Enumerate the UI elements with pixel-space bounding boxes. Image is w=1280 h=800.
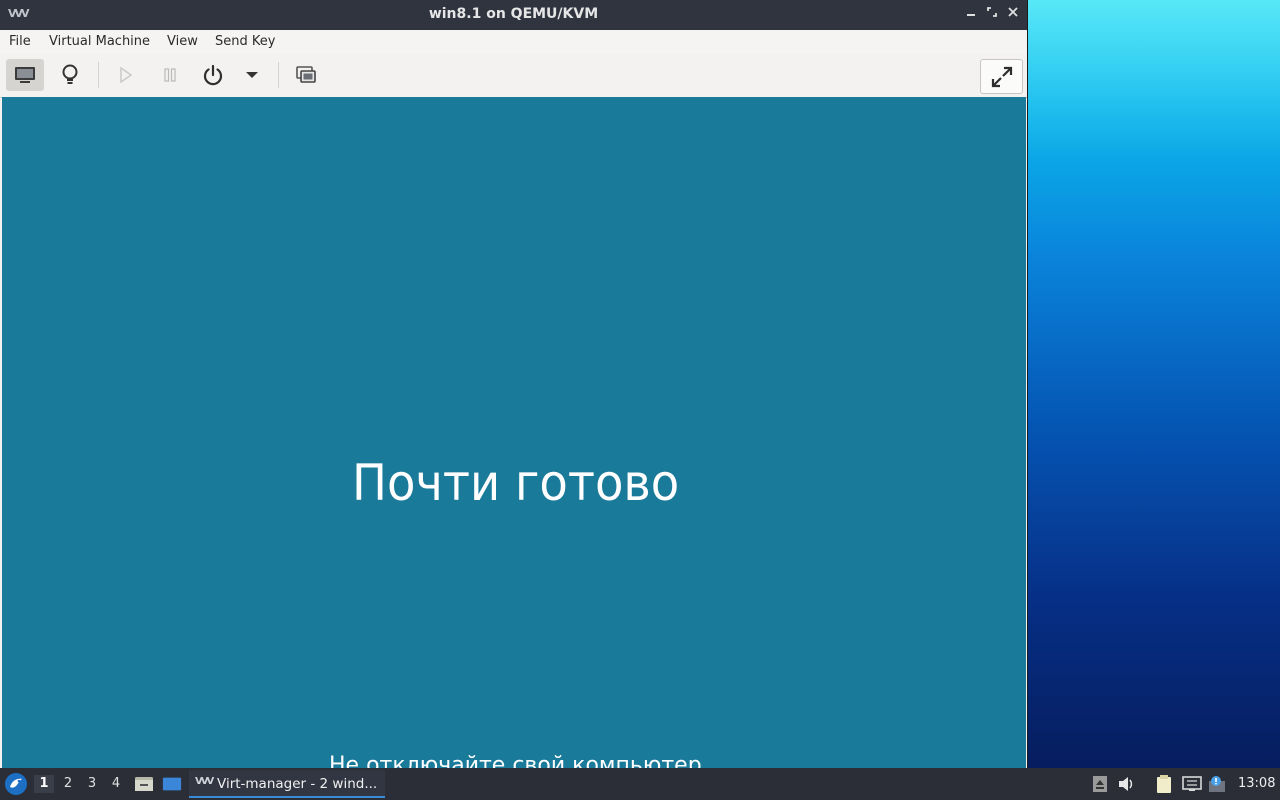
workspace-4[interactable]: 4 (106, 775, 126, 793)
toolbar (0, 54, 1027, 98)
menu-view[interactable]: View (167, 34, 198, 49)
minimize-button[interactable] (963, 6, 979, 22)
network-icon (1182, 776, 1202, 791)
menu-virtual-machine[interactable]: Virtual Machine (49, 34, 150, 49)
fullscreen-button[interactable] (980, 59, 1023, 94)
pause-icon (164, 68, 176, 82)
volume-tray-button[interactable] (1117, 774, 1137, 794)
run-button[interactable] (107, 59, 145, 91)
snapshots-button[interactable] (287, 59, 325, 91)
window-titlebar[interactable]: VVV win8.1 on QEMU/KVM (0, 0, 1027, 30)
shutdown-button[interactable] (194, 59, 232, 91)
maximize-icon (987, 7, 997, 17)
volume-icon (1119, 777, 1133, 791)
menu-file[interactable]: File (9, 34, 31, 49)
close-button[interactable] (1005, 6, 1021, 22)
show-details-button[interactable] (51, 59, 89, 91)
distro-logo-icon (5, 773, 27, 795)
workspace-3[interactable]: 3 (82, 775, 102, 793)
workspace-2[interactable]: 2 (58, 775, 78, 793)
taskbar-window-button[interactable]: VVV Virt-manager - 2 wind... (189, 770, 385, 798)
maximize-button[interactable] (984, 6, 1000, 22)
menubar: File Virtual Machine View Send Key (0, 30, 1027, 54)
pause-button[interactable] (151, 59, 189, 91)
shutdown-menu-button[interactable] (233, 59, 271, 91)
vm-setup-subtitle: Не отключайте свой компьютер (329, 753, 702, 768)
menu-send-key[interactable]: Send Key (215, 34, 275, 49)
file-manager-launcher[interactable] (134, 774, 154, 794)
virt-manager-icon: VVV (195, 776, 214, 787)
clipboard-tray-button[interactable] (1154, 774, 1174, 794)
eject-tray-button[interactable] (1090, 774, 1110, 794)
desktop-icon (162, 777, 182, 791)
monitor-icon (15, 67, 35, 83)
clipboard-icon (1157, 775, 1171, 793)
update-notifier-tray-button[interactable] (1207, 774, 1227, 794)
window-title: win8.1 on QEMU/KVM (428, 6, 599, 22)
taskbar: 1 2 3 4 VVV Virt-manager - 2 wind... 13:… (0, 768, 1280, 800)
dropdown-arrow-icon (246, 72, 258, 78)
snapshots-icon (296, 66, 316, 83)
show-console-button[interactable] (6, 59, 44, 91)
network-tray-button[interactable] (1182, 774, 1202, 794)
update-notifier-icon (1209, 776, 1225, 792)
power-icon (203, 64, 223, 86)
eject-icon (1093, 776, 1107, 792)
virt-viewer-window: VVV win8.1 on QEMU/KVM File Virtual Mach… (0, 0, 1027, 768)
folder-icon (135, 777, 153, 791)
show-desktop-launcher[interactable] (162, 774, 182, 794)
taskbar-clock[interactable]: 13:08 (1238, 776, 1275, 791)
fullscreen-icon (991, 66, 1012, 87)
taskbar-window-label: Virt-manager - 2 wind... (217, 776, 378, 792)
play-icon (120, 67, 133, 83)
workspace-1[interactable]: 1 (34, 775, 54, 793)
start-menu-button[interactable] (4, 772, 28, 796)
vm-setup-heading: Почти готово (352, 454, 680, 512)
minimize-icon (967, 14, 975, 16)
lightbulb-icon (62, 64, 78, 84)
close-icon (1008, 7, 1018, 17)
vm-console-display[interactable]: Почти готово Не отключайте свой компьюте… (2, 97, 1026, 768)
